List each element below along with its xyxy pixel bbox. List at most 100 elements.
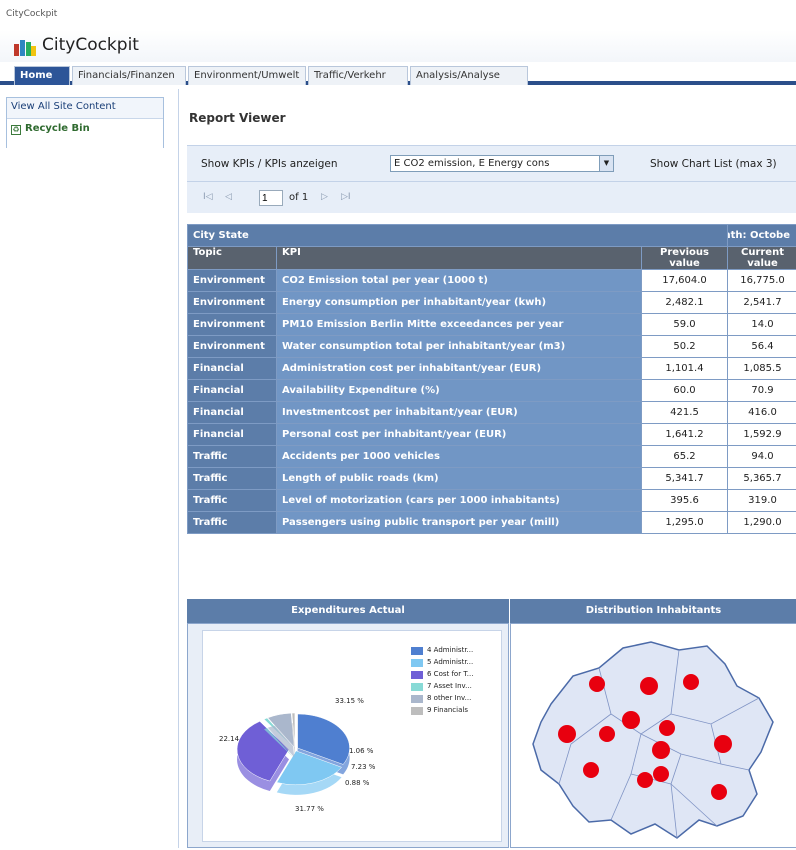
page-number-input[interactable]	[259, 190, 283, 206]
row-previous-value: 395.6	[642, 490, 728, 512]
tab-traffic[interactable]: Traffic/Verkehr	[308, 66, 408, 85]
table-row: TrafficLevel of motorization (cars per 1…	[188, 490, 796, 512]
berlin-map	[511, 624, 796, 847]
row-previous-value: 17,604.0	[642, 270, 728, 292]
pie-data-label: 7.23 %	[351, 763, 376, 771]
row-current-value: 5,365.7	[728, 468, 796, 490]
legend-label: 9 Financials	[427, 706, 468, 714]
breadcrumb[interactable]: CityCockpit	[0, 0, 796, 30]
report-pager: I◁ ◁ of 1 ▷ ▷I	[187, 181, 796, 213]
row-previous-value: 1,295.0	[642, 512, 728, 534]
row-current-value: 14.0	[728, 314, 796, 336]
table-row: TrafficPassengers using public transport…	[188, 512, 796, 534]
pie-data-label: 33.15 %	[335, 697, 364, 705]
legend-label: 8 other Inv...	[427, 694, 471, 702]
row-current-value: 94.0	[728, 446, 796, 468]
legend-item: 7 Asset Inv...	[411, 682, 496, 693]
col-topic: Topic	[188, 247, 277, 270]
legend-label: 5 Administr...	[427, 658, 473, 666]
breadcrumb-link[interactable]: CityCockpit	[6, 9, 57, 19]
legend-label: 4 Administr...	[427, 646, 473, 654]
last-page-icon[interactable]: ▷I	[341, 192, 351, 202]
prev-page-icon[interactable]: ◁	[225, 192, 232, 202]
row-topic: Environment	[188, 270, 277, 292]
row-current-value: 319.0	[728, 490, 796, 512]
main-content: Report Viewer Show KPIs / KPIs anzeigen …	[178, 89, 796, 848]
citycockpit-logo-icon	[14, 38, 36, 56]
chart-plot-area: 31.77 %22.14 %33.15 %1.06 %7.23 %0.88 % …	[202, 630, 502, 842]
pie-data-label: 0.88 %	[345, 779, 370, 787]
row-kpi: CO2 Emission total per year (1000 t)	[277, 270, 642, 292]
distribution-map	[510, 623, 796, 848]
row-topic: Traffic	[188, 512, 277, 534]
kpi-label: Show KPIs / KPIs anzeigen	[201, 158, 338, 170]
tab-analysis[interactable]: Analysis/Analyse	[410, 66, 528, 85]
table-row: FinancialAvailability Expenditure (%)60.…	[188, 380, 796, 402]
row-topic: Financial	[188, 402, 277, 424]
row-current-value: 1,085.5	[728, 358, 796, 380]
row-previous-value: 60.0	[642, 380, 728, 402]
view-all-content-link[interactable]: View All Site Content	[11, 101, 116, 112]
table-row: TrafficLength of public roads (km)5,341.…	[188, 468, 796, 490]
kpi-select-value: E CO2 emission, E Energy cons	[394, 158, 549, 169]
page-count: of 1	[289, 192, 308, 203]
top-nav: Home Financials/Finanzen Environment/Umw…	[0, 62, 796, 85]
row-current-value: 2,541.7	[728, 292, 796, 314]
table-group-header: City State Reporting Month: Octobe	[188, 225, 796, 247]
row-kpi: Administration cost per inhabitant/year …	[277, 358, 642, 380]
tab-home[interactable]: Home	[14, 66, 70, 85]
row-previous-value: 65.2	[642, 446, 728, 468]
site-title: CityCockpit	[42, 35, 139, 55]
chevron-down-icon[interactable]: ▼	[599, 156, 613, 171]
row-topic: Traffic	[188, 468, 277, 490]
tab-environment[interactable]: Environment/Umwelt	[188, 66, 306, 85]
tab-financials[interactable]: Financials/Finanzen	[72, 66, 186, 85]
pie-data-label: 31.77 %	[295, 805, 324, 813]
distribution-chart-title: Distribution Inhabitants	[510, 599, 796, 623]
row-kpi: Passengers using public transport per ye…	[277, 512, 642, 534]
legend-swatch	[411, 695, 423, 703]
legend-label: 7 Asset Inv...	[427, 682, 472, 690]
chart-legend: 4 Administr... 5 Administr... 6 Cost for T…	[411, 646, 496, 718]
row-kpi: Level of motorization (cars per 1000 inh…	[277, 490, 642, 512]
table-row: EnvironmentEnergy consumption per inhabi…	[188, 292, 796, 314]
kpi-select[interactable]: E CO2 emission, E Energy cons ▼	[390, 155, 614, 172]
row-current-value: 1,592.9	[728, 424, 796, 446]
expenditures-chart: 31.77 %22.14 %33.15 %1.06 %7.23 %0.88 % …	[187, 623, 509, 848]
legend-item: 5 Administr...	[411, 658, 496, 669]
first-page-icon[interactable]: I◁	[203, 192, 213, 202]
pie-chart: 31.77 %22.14 %33.15 %1.06 %7.23 %0.88 %	[203, 631, 403, 843]
expenditures-chart-title: Expenditures Actual	[187, 599, 509, 623]
kpi-table: City State Reporting Month: Octobe Topic…	[187, 224, 796, 534]
quick-launch-box: View All Site Content ♻ Recycle Bin	[6, 97, 164, 148]
legend-swatch	[411, 671, 423, 679]
row-current-value: 70.9	[728, 380, 796, 402]
row-topic: Financial	[188, 380, 277, 402]
table-row: EnvironmentCO2 Emission total per year (…	[188, 270, 796, 292]
table-row: EnvironmentPM10 Emission Berlin Mitte ex…	[188, 314, 796, 336]
row-previous-value: 1,641.2	[642, 424, 728, 446]
legend-item: 6 Cost for T...	[411, 670, 496, 681]
row-topic: Traffic	[188, 446, 277, 468]
legend-label: 6 Cost for T...	[427, 670, 473, 678]
site-header: CityCockpit	[0, 30, 796, 62]
row-kpi: Length of public roads (km)	[277, 468, 642, 490]
col-current-value: Current value	[728, 247, 796, 270]
row-current-value: 56.4	[728, 336, 796, 358]
row-topic: Environment	[188, 336, 277, 358]
chart-list-label: Show Chart List (max 3)	[650, 158, 777, 170]
city-state-header: City State	[188, 225, 728, 247]
recycle-bin-link[interactable]: ♻ Recycle Bin	[7, 118, 163, 148]
row-previous-value: 5,341.7	[642, 468, 728, 490]
next-page-icon[interactable]: ▷	[321, 192, 328, 202]
row-topic: Financial	[188, 424, 277, 446]
table-row: FinancialPersonal cost per inhabitant/ye…	[188, 424, 796, 446]
legend-item: 9 Financials	[411, 706, 496, 717]
recycle-bin-label: Recycle Bin	[25, 123, 90, 134]
row-topic: Environment	[188, 292, 277, 314]
table-row: FinancialAdministration cost per inhabit…	[188, 358, 796, 380]
row-kpi: Availability Expenditure (%)	[277, 380, 642, 402]
row-kpi: Accidents per 1000 vehicles	[277, 446, 642, 468]
table-row: FinancialInvestmentcost per inhabitant/y…	[188, 402, 796, 424]
row-kpi: Personal cost per inhabitant/year (EUR)	[277, 424, 642, 446]
